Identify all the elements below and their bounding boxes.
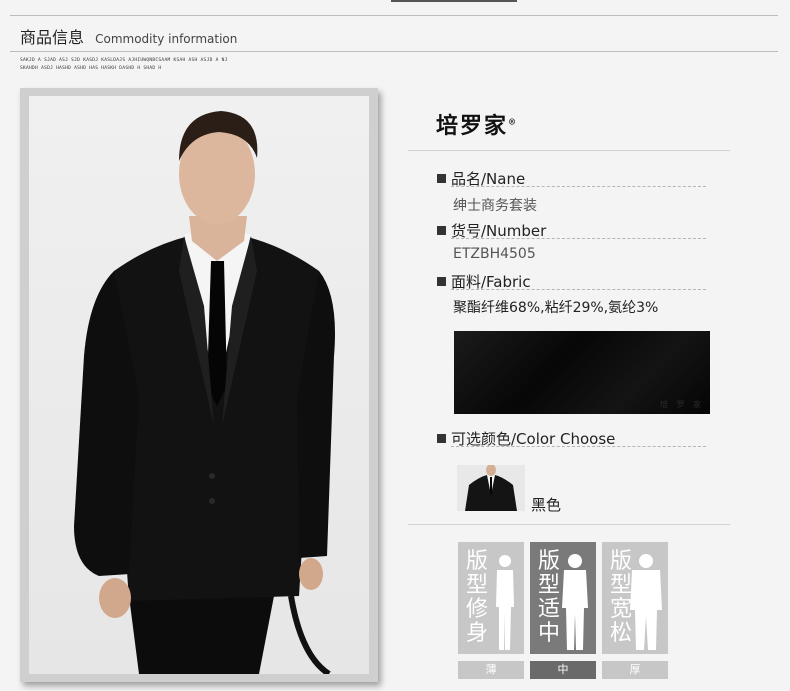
header-bottom-divider — [10, 51, 778, 52]
name-value: 绅士商务套装 — [453, 198, 537, 214]
model-in-suit-illustration — [74, 111, 335, 674]
fabric-watermark: 培 罗 家 — [659, 400, 704, 409]
fit-loose-card: 版型宽松 — [602, 542, 668, 654]
fabric-value: 聚酯纤维68%,粘纤29%,氨纶3% — [453, 300, 659, 316]
fit-slim-text: 版型修身 — [466, 549, 489, 646]
fine-print-line-2: SKAHDH ASDJ HASHD ASHD HAS HASKH DASHD H… — [20, 66, 162, 71]
bullet-square-icon — [437, 277, 446, 286]
color-name: 黑色 — [531, 496, 562, 514]
bullet-square-icon — [437, 226, 446, 235]
figure-regular-icon — [562, 554, 588, 650]
fit-tab-thick[interactable]: 厚 — [602, 661, 668, 679]
fit-regular-card: 版型适中 — [530, 542, 596, 654]
bullet-square-icon — [437, 174, 446, 183]
fit-tab-thin[interactable]: 薄 — [458, 661, 524, 679]
fine-print-line-1: SAKJD A SJAD ASJ SJD KASDJ KASLDAJS AJHI… — [20, 58, 228, 63]
color-dash-divider — [451, 446, 706, 447]
section-title-en: Commodity information — [95, 32, 238, 46]
section-title: 商品信息 Commodity information — [20, 24, 237, 48]
fit-slim-card: 版型修身 — [458, 542, 524, 654]
section-title-cn: 商品信息 — [20, 28, 85, 47]
fabric-sample-image: 培 罗 家 — [454, 331, 710, 414]
registered-mark: ® — [508, 116, 517, 127]
name-dash-divider — [451, 186, 706, 187]
brand-divider — [408, 150, 730, 151]
fit-tab-medium[interactable]: 中 — [530, 661, 596, 679]
product-photo — [29, 96, 369, 674]
product-photo-frame — [20, 88, 378, 682]
bullet-square-icon — [437, 434, 446, 443]
figure-loose-icon — [630, 554, 662, 650]
figure-slim-icon — [496, 555, 514, 650]
color-swatch-black[interactable] — [457, 465, 525, 511]
number-value: ETZBH4505 — [453, 246, 536, 262]
fabric-dash-divider — [451, 289, 706, 290]
header-top-divider — [10, 15, 778, 16]
suit-thumbnail — [465, 465, 517, 511]
brand-logo: 培罗家® — [436, 108, 516, 140]
top-accent-rule — [391, 0, 517, 2]
brand-name: 培罗家 — [436, 113, 509, 139]
color-section-divider — [408, 524, 730, 525]
number-dash-divider — [451, 238, 706, 239]
